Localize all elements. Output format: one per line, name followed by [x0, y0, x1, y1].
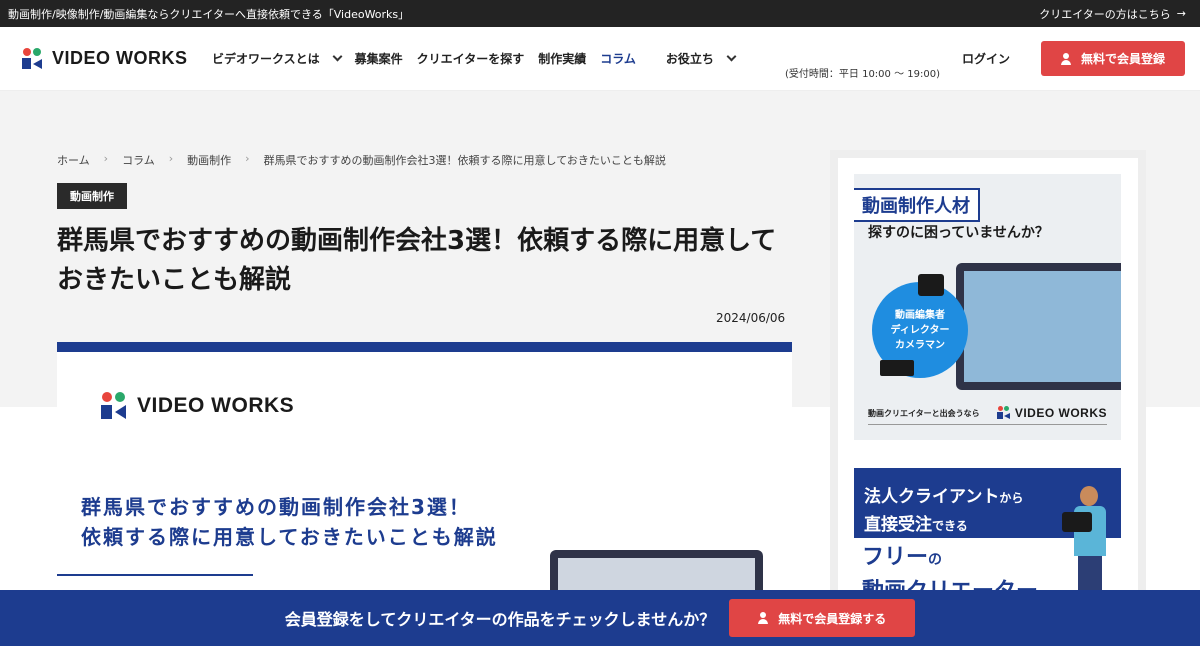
monitor-illustration [550, 550, 763, 592]
breadcrumb-video-production[interactable]: 動画制作 [187, 152, 231, 168]
bottom-register-button[interactable]: 無料で会員登録する [729, 599, 916, 637]
publish-date: 2024/06/06 [716, 311, 786, 325]
chevron-right-icon: › [168, 152, 174, 165]
business-hours: (受付時間：平日 10:00 ～ 19:00) [785, 69, 940, 80]
banner2-line2: 直接受注できる [864, 510, 968, 535]
banner2-line1: 法人クライアントから [864, 482, 1023, 507]
hero-divider [57, 574, 253, 576]
bottom-register-label: 無料で会員登録する [778, 611, 887, 626]
nav-item-label: ビデオワークスとは [212, 52, 320, 66]
nav-item-label: クリエイターを探す [416, 52, 525, 66]
category-badge[interactable]: 動画制作 [57, 183, 127, 209]
video-camera-icon [880, 360, 914, 376]
camera-icon [918, 274, 944, 296]
role-director: ディレクター [890, 324, 950, 336]
chevron-right-icon: › [103, 152, 109, 165]
nav-item-label: お役立ち [665, 52, 714, 66]
breadcrumb-current: 群馬県でおすすめの動画制作会社3選！依頼する際に用意しておきたいことも解説 [263, 154, 666, 167]
nav-item-label: コラム [600, 52, 636, 66]
site-logo[interactable]: VIDEO WORKS [22, 47, 212, 70]
site-header: VIDEO WORKS ビデオワークスとは 募集案件 クリエイターを探す 制作実… [0, 27, 1200, 91]
sidebar: 動画制作人材 探すのに困っていませんか？ 動画編集者 ディレクター カメラマン … [830, 150, 1146, 646]
arrow-right-icon: → [1176, 7, 1186, 20]
laptop-illustration [956, 263, 1121, 390]
banner-footer-logo: VIDEO WORKS [1014, 406, 1107, 420]
article-title: 群馬県でおすすめの動画制作会社3選！依頼する際に用意しておきたいことも解説 [57, 226, 777, 295]
chevron-down-icon [726, 51, 737, 62]
banner2-line1-main: 法人クライアント [864, 487, 1000, 507]
nav-item-find-creators[interactable]: クリエイターを探す [417, 50, 525, 67]
banner-footer: 動画クリエイターと出会うなら VIDEO WORKS [868, 406, 1107, 425]
creator-link[interactable]: クリエイターの方はこちら → [1039, 6, 1186, 22]
breadcrumb-column[interactable]: コラム [122, 152, 155, 168]
article-hero-image: VIDEO WORKS 群馬県でおすすめの動画制作会社3選！ 依頼する際に用意し… [57, 342, 792, 592]
nav-item-jobs[interactable]: 募集案件 [355, 50, 403, 67]
hero-title: 群馬県でおすすめの動画制作会社3選！ 依頼する際に用意しておきたいことも解説 [81, 492, 498, 552]
main-nav: ビデオワークスとは 募集案件 クリエイターを探す 制作実績 コラム お役立ち [212, 50, 749, 67]
logo-text: VIDEO WORKS [52, 48, 188, 68]
login-link[interactable]: ログイン [962, 50, 1010, 67]
logo-mark-icon [101, 392, 129, 420]
site-tagline: 動画制作/映像制作/動画編集ならクリエイターへ直接依頼できる「VideoWork… [8, 7, 410, 21]
breadcrumb: ホーム › コラム › 動画制作 › 群馬県でおすすめの動画制作会社3選！依頼す… [57, 152, 666, 168]
sidebar-banner-recruit[interactable]: 動画制作人材 探すのに困っていませんか？ 動画編集者 ディレクター カメラマン … [854, 174, 1121, 440]
hero-logo-text: VIDEO WORKS [137, 394, 295, 417]
user-add-icon [758, 612, 772, 624]
nav-item-column[interactable]: コラム [600, 50, 636, 67]
banner2-line2-small: できる [932, 519, 968, 533]
chevron-right-icon: › [245, 152, 250, 165]
hero-title-line1: 群馬県でおすすめの動画制作会社3選！ [81, 495, 471, 519]
banner2-big-small: の [928, 552, 943, 568]
nav-item-label: 募集案件 [354, 52, 403, 66]
banner-footer-text: 動画クリエイターと出会うなら [868, 408, 980, 418]
creator-link-label: クリエイターの方はこちら [1039, 7, 1171, 21]
breadcrumb-home[interactable]: ホーム [57, 152, 90, 168]
chevron-down-icon [332, 51, 343, 62]
banner2-line1-small: から [999, 491, 1024, 505]
role-editor: 動画編集者 [895, 309, 945, 321]
logo-mark-icon [996, 406, 1011, 420]
banner-subtitle: 探すのに困っていませんか？ [868, 225, 1049, 241]
nav-item-useful[interactable]: お役立ち [665, 50, 737, 67]
logo-mark-icon [22, 47, 44, 70]
user-add-icon [1060, 52, 1075, 65]
top-bar: 動画制作/映像制作/動画編集ならクリエイターへ直接依頼できる「VideoWork… [0, 0, 1200, 27]
hero-logo: VIDEO WORKS [101, 392, 294, 420]
register-button-label: 無料で会員登録 [1080, 52, 1165, 66]
register-button[interactable]: 無料で会員登録 [1041, 41, 1185, 76]
nav-item-works[interactable]: 制作実績 [538, 50, 586, 67]
role-cameraman: カメラマン [895, 339, 945, 351]
bottom-cta-bar: 会員登録をしてクリエイターの作品をチェックしませんか？ 無料で会員登録する [0, 590, 1200, 646]
banner2-line2-main: 直接受注 [864, 515, 932, 535]
cta-message: 会員登録をしてクリエイターの作品をチェックしませんか？ [284, 610, 716, 629]
nav-item-label: 制作実績 [538, 52, 587, 66]
banner2-big-main: フリー [862, 545, 929, 570]
banner-tag: 動画制作人材 [854, 188, 980, 222]
nav-item-about[interactable]: ビデオワークスとは [212, 50, 343, 67]
hero-title-line2: 依頼する際に用意しておきたいことも解説 [81, 525, 498, 549]
